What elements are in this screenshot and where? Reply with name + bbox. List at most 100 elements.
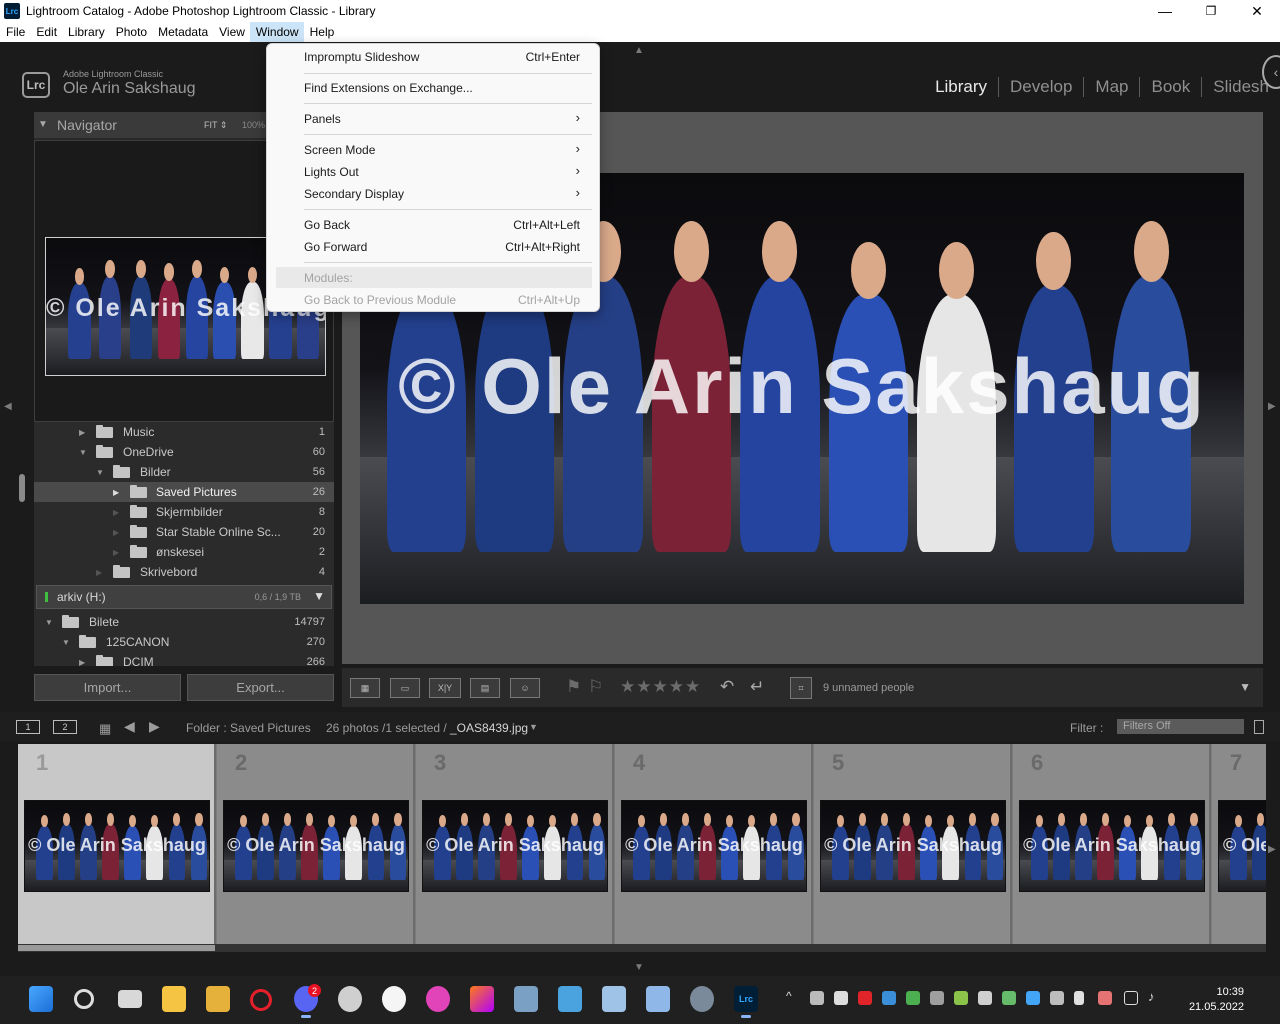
expand-triangle-icon[interactable]: ▶ <box>113 548 119 557</box>
filmstrip-thumbnail[interactable]: © Ole Arin Sakshaug <box>820 800 1006 892</box>
navigator-zoom-option[interactable]: 100% <box>242 120 265 130</box>
tray-overflow-icon[interactable]: ^ <box>786 989 800 1003</box>
expand-triangle-icon[interactable]: ▶ <box>113 508 119 517</box>
collapse-triangle-icon[interactable]: ▼ <box>62 638 70 647</box>
satellite-app-icon[interactable] <box>338 986 362 1012</box>
volume-icon[interactable]: ♪ <box>1148 989 1162 1004</box>
task-view-icon[interactable] <box>118 990 142 1008</box>
itunes-icon[interactable] <box>382 986 406 1012</box>
menu-item-find-extensions[interactable]: Find Extensions on Exchange... <box>276 77 592 98</box>
search-icon[interactable] <box>74 989 94 1009</box>
lightroom-taskbar-icon[interactable]: Lrc <box>734 986 758 1018</box>
folder-row-onedrive[interactable]: ▼ OneDrive 60 <box>34 442 334 462</box>
tray-app-icon[interactable] <box>1098 991 1112 1005</box>
tray-app-icon[interactable] <box>810 991 824 1005</box>
filter-lock-icon[interactable] <box>1254 720 1264 734</box>
menu-item-panels[interactable]: Panels › <box>276 108 592 129</box>
forward-arrow-icon[interactable]: ▶ <box>149 718 160 735</box>
module-book[interactable]: Book <box>1139 77 1201 97</box>
start-icon[interactable] <box>29 986 53 1012</box>
folder-row-bilder[interactable]: ▼ Bilder 56 <box>34 462 334 482</box>
menu-help[interactable]: Help <box>304 22 340 42</box>
filmstrip-scrollbar[interactable] <box>18 944 1266 952</box>
folder-row-music[interactable]: ▶ Music 1 <box>34 422 334 442</box>
grid-view-icon[interactable]: ▦ <box>350 678 380 698</box>
expand-triangle-icon[interactable]: ▶ <box>96 568 102 577</box>
left-panel-scrollbar[interactable] <box>19 474 25 502</box>
photo-editor-icon[interactable] <box>470 986 494 1012</box>
tray-app-icon[interactable] <box>1050 991 1064 1005</box>
filmstrip-cell[interactable]: 2 © Ole Arin Sakshaug <box>217 744 415 944</box>
manager-app-icon[interactable] <box>514 986 538 1012</box>
rotate-right-icon[interactable]: ↵ <box>750 677 765 697</box>
collapse-triangle-icon[interactable]: ▼ <box>96 468 104 477</box>
filmstrip-thumbnail[interactable]: © Ole Arin Sakshaug <box>1218 800 1266 892</box>
face-region-icon[interactable]: ⌗ <box>790 677 812 699</box>
filmstrip-thumbnail[interactable]: © Ole Arin Sakshaug <box>1019 800 1205 892</box>
menu-edit[interactable]: Edit <box>30 22 62 42</box>
expand-triangle-icon[interactable]: ▶ <box>113 528 119 537</box>
collapse-triangle-icon[interactable]: ▼ <box>45 618 53 627</box>
expand-triangle-icon[interactable]: ▶ <box>113 488 119 497</box>
back-arrow-icon[interactable]: ◀ <box>124 718 135 735</box>
menu-file[interactable]: File <box>0 22 30 42</box>
loupe-view-icon[interactable]: ▭ <box>390 678 420 698</box>
folder-row-dcim[interactable]: ▶ DCIM 266 <box>34 652 334 666</box>
folder-row-skjermbilder[interactable]: ▶ Skjermbilder 8 <box>34 502 334 522</box>
volume-header[interactable]: arkiv (H:) 0,6 / 1,9 TB ▼ <box>36 585 332 609</box>
filmstrip-cell[interactable]: 4 © Ole Arin Sakshaug <box>615 744 813 944</box>
primary-display-button[interactable]: 1 <box>16 720 40 734</box>
menu-item-impromptu-slideshow[interactable]: Impromptu Slideshow Ctrl+Enter <box>276 46 592 67</box>
tray-app-icon[interactable] <box>954 991 968 1005</box>
filmstrip-scroll-thumb[interactable] <box>18 945 215 951</box>
menu-item-screen-mode[interactable]: Screen Mode › <box>276 139 592 160</box>
rotate-left-icon[interactable]: ↶ <box>720 677 735 697</box>
minimize-button[interactable]: — <box>1142 0 1188 22</box>
survey-view-icon[interactable]: ▤ <box>470 678 500 698</box>
photos-app-icon[interactable] <box>558 986 582 1012</box>
bottom-panel-toggle-icon[interactable]: ▼ <box>634 962 644 973</box>
filmstrip-cell[interactable]: 1 © Ole Arin Sakshaug <box>18 744 216 944</box>
charts-app-icon[interactable] <box>602 986 626 1012</box>
tray-app-icon[interactable] <box>906 991 920 1005</box>
filename-dropdown-icon[interactable]: ▼ <box>529 722 538 732</box>
folder-row-125canon[interactable]: ▼ 125CANON 270 <box>34 632 334 652</box>
top-panel-toggle-icon[interactable]: ▲ <box>634 45 644 56</box>
navigator-fit-option[interactable]: FIT ⇕ <box>204 120 227 131</box>
people-view-icon[interactable]: ☺ <box>510 678 540 698</box>
tray-app-icon[interactable] <box>930 991 944 1005</box>
menu-metadata[interactable]: Metadata <box>152 22 213 42</box>
module-map[interactable]: Map <box>1083 77 1139 97</box>
left-panel-toggle-icon[interactable]: ◀ <box>4 401 12 412</box>
collapse-triangle-icon[interactable]: ▼ <box>79 448 87 457</box>
folder-row-onskesei[interactable]: ▶ ønskesei 2 <box>34 542 334 562</box>
folder-row-star-stable[interactable]: ▶ Star Stable Online Sc... 20 <box>34 522 334 542</box>
source-path[interactable]: Folder : Saved Pictures <box>186 721 311 735</box>
toolbar-options-icon[interactable]: ▼ <box>1239 680 1251 694</box>
maximize-button[interactable]: ❐ <box>1188 0 1234 22</box>
module-library[interactable]: Library <box>924 77 998 97</box>
usb-icon[interactable] <box>1074 991 1084 1005</box>
tray-app-icon[interactable] <box>882 991 896 1005</box>
tray-app-icon[interactable] <box>834 991 848 1005</box>
tray-discord-icon[interactable] <box>978 991 992 1005</box>
menu-window[interactable]: Window <box>249 22 304 42</box>
secondary-display-button[interactable]: 2 <box>53 720 77 734</box>
module-develop[interactable]: Develop <box>998 77 1083 97</box>
filter-select[interactable]: Filters Off <box>1117 719 1244 734</box>
menu-item-go-forward[interactable]: Go Forward Ctrl+Alt+Right <box>276 236 592 257</box>
filmstrip-cell[interactable]: 3 © Ole Arin Sakshaug <box>416 744 614 944</box>
notepad-icon[interactable] <box>646 986 670 1012</box>
close-button[interactable]: ✕ <box>1234 0 1280 22</box>
menu-item-lights-out[interactable]: Lights Out › <box>276 161 592 182</box>
filmstrip-cell[interactable]: 7 © Ole Arin Sakshaug <box>1212 744 1266 944</box>
menu-item-secondary-display[interactable]: Secondary Display › <box>276 183 592 204</box>
tray-adobe-icon[interactable] <box>858 991 872 1005</box>
export-button[interactable]: Export... <box>187 674 334 701</box>
expand-triangle-icon[interactable]: ▶ <box>79 428 85 437</box>
filmstrip-thumbnail[interactable]: © Ole Arin Sakshaug <box>24 800 210 892</box>
opera-icon[interactable] <box>250 989 272 1011</box>
tray-app-icon[interactable] <box>1026 991 1040 1005</box>
reject-flag-icon[interactable]: ⚐ <box>588 677 604 697</box>
notes-app-icon[interactable] <box>206 986 230 1012</box>
